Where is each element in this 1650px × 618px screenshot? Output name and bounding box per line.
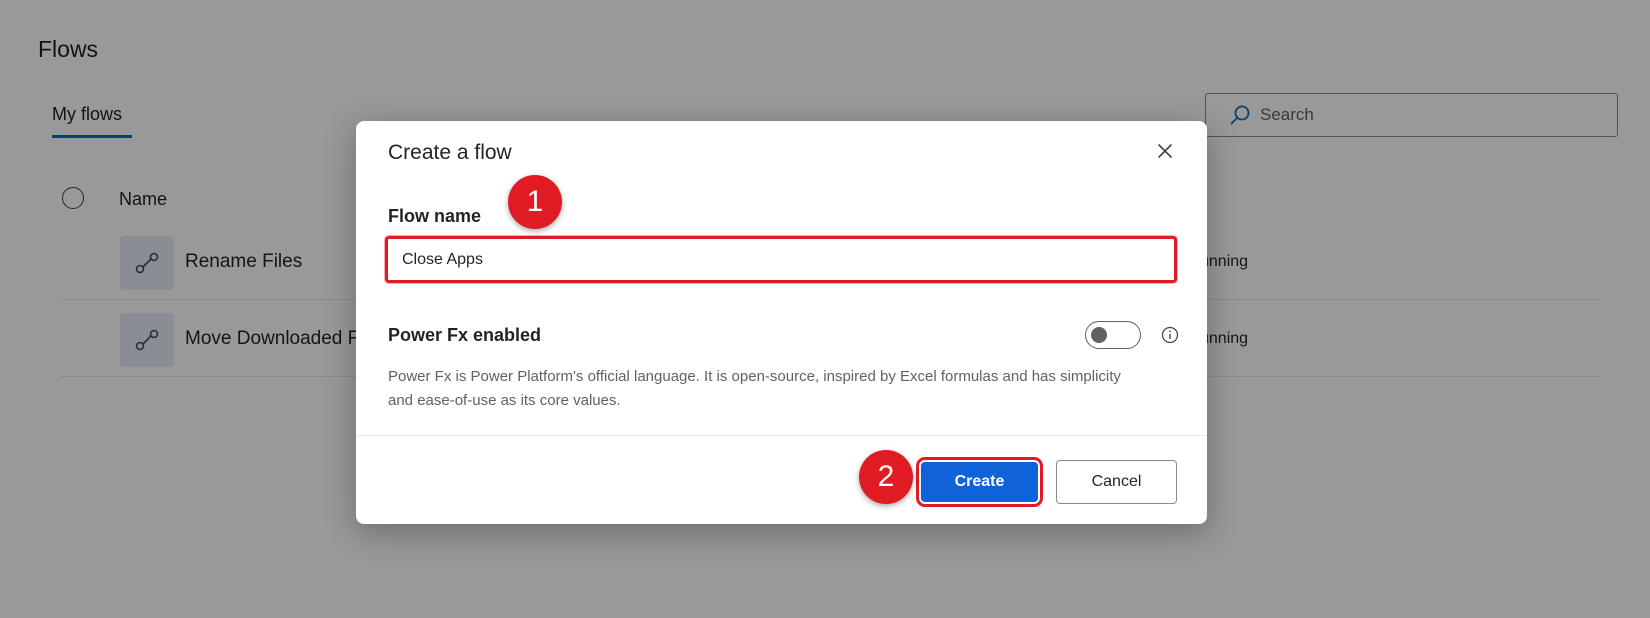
dialog-title: Create a flow <box>388 141 512 164</box>
toggle-knob <box>1091 327 1107 343</box>
power-fx-label: Power Fx enabled <box>388 325 542 345</box>
close-button[interactable] <box>1153 141 1177 165</box>
step-2-callout: 2 <box>859 450 913 504</box>
flow-name-label: Flow name <box>388 206 482 226</box>
close-icon <box>1157 143 1173 164</box>
info-icon[interactable] <box>1161 326 1179 344</box>
flow-name-field-wrapper <box>385 236 1177 283</box>
cancel-button[interactable]: Cancel <box>1056 460 1177 504</box>
power-fx-toggle[interactable] <box>1085 321 1141 349</box>
footer-divider <box>356 435 1207 436</box>
power-fx-description: Power Fx is Power Platform's official la… <box>388 368 1121 409</box>
flow-name-input[interactable] <box>388 239 1174 280</box>
create-flow-dialog: Create a flow Flow name Power Fx enabled… <box>356 121 1207 524</box>
step-1-callout: 1 <box>508 175 562 229</box>
create-button[interactable]: Create <box>916 457 1043 507</box>
